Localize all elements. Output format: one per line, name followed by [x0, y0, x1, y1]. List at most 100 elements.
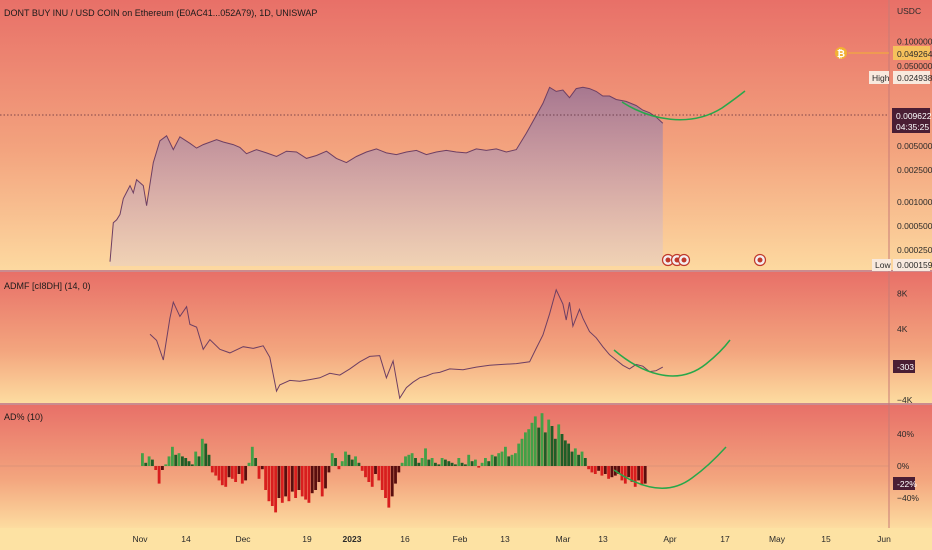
ad-bar — [174, 454, 178, 466]
ad-bar — [151, 459, 154, 466]
ad-bar — [390, 466, 394, 497]
price-tick-label: 0.005000 — [897, 141, 932, 151]
ad-bar — [400, 462, 404, 466]
ad-bar — [454, 464, 457, 466]
ad-label: AD% (10) — [4, 412, 43, 422]
ad-bar — [220, 466, 224, 486]
ad-bar — [207, 454, 211, 466]
ad-bar — [450, 462, 454, 466]
ad-bar — [367, 466, 371, 482]
ad-bar — [580, 451, 584, 466]
ad-bar — [407, 454, 411, 466]
ad-bar — [374, 466, 377, 474]
ad-bar — [260, 466, 264, 470]
x-tick-label: 15 — [821, 534, 831, 544]
ad-bar — [414, 458, 417, 466]
price-tick-label: 0.001000 — [897, 197, 932, 207]
x-tick-label: 2023 — [343, 534, 362, 544]
ad-bar — [364, 466, 367, 478]
ad-bar — [590, 466, 594, 473]
ad-bar — [640, 466, 644, 486]
ad-bar — [593, 466, 597, 474]
ad-bar — [161, 466, 164, 470]
ad-bar — [504, 446, 507, 466]
ad-bar — [144, 462, 148, 466]
ad-bar — [607, 466, 611, 479]
ad-bar — [537, 427, 541, 466]
ad-bar — [550, 426, 554, 466]
ad-bar — [424, 448, 427, 466]
ad-bar — [194, 451, 198, 466]
x-tick-label: 14 — [181, 534, 191, 544]
price-y-axis[interactable]: 0.100000 0.050000 0.005000 0.002500 0.001000… — [897, 37, 932, 256]
ad-bar — [404, 456, 407, 466]
ad-bar — [254, 458, 258, 466]
ad-bar — [310, 466, 314, 494]
ad-bar — [417, 462, 421, 466]
ad-bar — [464, 464, 467, 466]
x-tick-label: Jun — [877, 534, 891, 544]
ad-bar — [294, 466, 298, 498]
ad-bar — [437, 464, 441, 466]
ad-bar — [210, 466, 214, 473]
ad-bar — [330, 453, 334, 466]
ad-bar — [410, 453, 414, 466]
admf-panel-bg — [0, 272, 932, 403]
btc-level-value: 0.049264 — [897, 49, 932, 59]
ad-bar — [337, 466, 341, 470]
ad-tick-label: 0% — [897, 461, 910, 471]
ad-bar — [533, 416, 537, 466]
ad-bar — [517, 443, 521, 466]
ad-bar — [527, 429, 531, 466]
ad-bar — [320, 466, 324, 497]
ad-bar — [477, 466, 481, 468]
ad-bar — [563, 440, 567, 466]
ad-bar — [567, 443, 571, 466]
ad-bar — [600, 466, 604, 476]
ad-panel-bg — [0, 405, 932, 528]
ad-bar — [440, 458, 444, 466]
trading-chart[interactable]: 0.100000 0.050000 0.005000 0.002500 0.001000… — [0, 0, 932, 550]
ad-bar — [300, 466, 304, 497]
ad-bar — [247, 462, 251, 466]
ad-bar — [377, 466, 381, 481]
ad-bar — [637, 466, 641, 481]
ad-bar — [474, 459, 477, 466]
ad-bar — [184, 458, 188, 466]
admf-tick-label: 4K — [897, 324, 908, 334]
x-tick-label: 13 — [500, 534, 510, 544]
ad-bar — [514, 453, 517, 466]
ad-bar — [334, 458, 337, 466]
event-marker-icon[interactable] — [677, 253, 691, 267]
ad-bar — [387, 466, 391, 508]
ad-bar — [177, 453, 181, 466]
ad-bar — [484, 458, 487, 466]
ad-bar — [234, 466, 238, 482]
ad-bar — [427, 459, 431, 466]
ad-bar — [543, 432, 547, 466]
ad-bar — [507, 456, 511, 466]
ad-bar — [577, 454, 581, 466]
ad-bar — [397, 466, 401, 473]
high-value: 0.024938 — [897, 73, 932, 83]
ad-bar — [317, 466, 321, 482]
ad-tick-label: 40% — [897, 429, 914, 439]
ad-bar — [164, 464, 168, 466]
ad-bar — [350, 459, 354, 466]
ad-bar — [394, 466, 397, 484]
ad-bar — [280, 466, 284, 503]
ad-bar — [360, 466, 364, 471]
ad-bar — [277, 466, 281, 498]
admf-label: ADMF [cI8DH] (14, 0) — [4, 281, 91, 291]
admf-tick-label: 8K — [897, 288, 908, 298]
ad-bar — [620, 466, 624, 481]
ad-bar — [560, 434, 564, 466]
ad-bar — [290, 466, 294, 492]
ad-bar — [340, 461, 344, 466]
ad-bar — [257, 466, 261, 479]
low-value: 0.000159 — [897, 260, 932, 270]
ad-bar — [497, 453, 501, 466]
current-price-value: 0.009622 — [896, 111, 932, 121]
event-marker-icon[interactable] — [753, 253, 767, 267]
ad-bar — [547, 419, 551, 466]
